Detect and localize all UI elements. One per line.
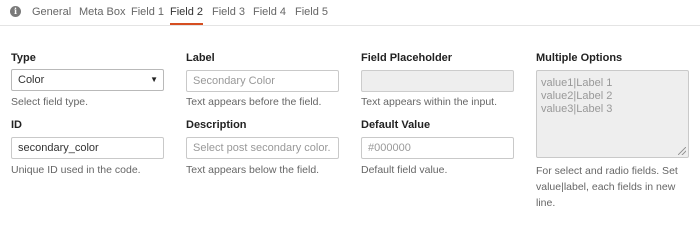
description-help: Text appears below the field. xyxy=(186,164,320,176)
field-placeholder-label: Field Placeholder xyxy=(361,52,453,64)
info-icon[interactable]: i xyxy=(10,6,21,17)
tab-field-5[interactable]: Field 5 xyxy=(295,0,328,25)
id-input[interactable] xyxy=(11,137,164,159)
default-value-help: Default field value. xyxy=(361,164,448,176)
tab-bar: i General Meta Box Field 1 Field 2 Field… xyxy=(0,0,700,26)
default-value-label: Default Value xyxy=(361,119,431,131)
multiple-options-label: Multiple Options xyxy=(536,52,623,64)
label-label: Label xyxy=(186,52,215,64)
id-label: ID xyxy=(11,119,22,131)
description-input[interactable] xyxy=(186,137,339,159)
tab-field-1[interactable]: Field 1 xyxy=(131,0,164,25)
tab-general[interactable]: General xyxy=(32,0,71,25)
multiple-options-textarea[interactable] xyxy=(536,70,689,158)
chevron-down-icon: ▼ xyxy=(150,75,158,84)
type-help: Select field type. xyxy=(11,96,89,108)
tab-field-3[interactable]: Field 3 xyxy=(212,0,245,25)
resize-handle-icon[interactable] xyxy=(678,147,686,155)
field-placeholder-help: Text appears within the input. xyxy=(361,96,497,108)
tab-field-2[interactable]: Field 2 xyxy=(170,0,204,25)
label-input[interactable] xyxy=(186,70,339,92)
type-select[interactable]: Color ▼ xyxy=(11,69,164,91)
type-select-value: Color xyxy=(18,74,45,86)
multiple-options-help: For select and radio fields. Set value|l… xyxy=(536,165,678,209)
field-placeholder-input[interactable] xyxy=(361,70,514,92)
description-label: Description xyxy=(186,119,247,131)
id-help: Unique ID used in the code. xyxy=(11,164,141,176)
label-help: Text appears before the field. xyxy=(186,96,322,108)
tab-field-4[interactable]: Field 4 xyxy=(253,0,286,25)
default-value-input[interactable] xyxy=(361,137,514,159)
tab-meta-box[interactable]: Meta Box xyxy=(79,0,125,25)
type-label: Type xyxy=(11,52,36,64)
